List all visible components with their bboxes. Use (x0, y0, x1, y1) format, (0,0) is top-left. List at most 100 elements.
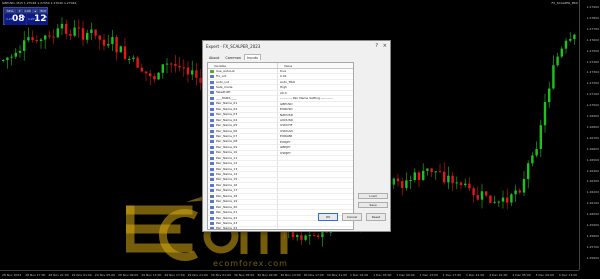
sell-button[interactable]: SELL (5, 9, 16, 13)
column-header-value[interactable]: Value (278, 63, 292, 68)
value-cell[interactable]: NZDUSD (278, 113, 293, 117)
value-variable-icon (210, 162, 214, 166)
candle-body (308, 235, 311, 237)
value-cell[interactable]: Auto_TRAI (278, 80, 295, 84)
candle-body (514, 190, 517, 195)
dialog-title: Expert - FX_SCALPER_2023 (206, 44, 261, 49)
tab-about[interactable]: About (206, 54, 222, 60)
time-tick-label: 29 Nov 01:00 (71, 273, 92, 277)
candle-body (186, 67, 190, 75)
value-variable-icon (210, 102, 214, 106)
price-tick-label: 1.26200 (586, 190, 599, 195)
candle-body (573, 34, 576, 40)
lot-up-icon[interactable]: ▴ (32, 9, 39, 13)
value-cell[interactable] (278, 221, 280, 225)
candle-body (434, 171, 437, 173)
value-variable-icon (210, 75, 214, 79)
candle-body (443, 171, 446, 183)
candle-body (464, 183, 467, 186)
load-button[interactable]: Load (358, 193, 388, 199)
value-cell[interactable]: GBPJPY (278, 145, 291, 149)
help-icon[interactable]: ? (375, 43, 378, 49)
table-row[interactable]: Pair_Name_24 (208, 226, 353, 229)
value-cell[interactable]: USDJPY (278, 151, 291, 155)
reset-button[interactable]: Reset (366, 213, 386, 221)
candle-body (501, 197, 505, 202)
close-icon[interactable]: × (383, 43, 387, 49)
variable-cell: Pair_Name_18 (208, 194, 278, 199)
value-cell[interactable] (278, 183, 280, 187)
value-cell[interactable]: EURUSD (278, 107, 293, 111)
value-cell[interactable] (278, 194, 280, 198)
value-cell[interactable]: AUDUSD (278, 118, 293, 122)
variable-name: Pair_Name_22 (216, 215, 238, 220)
candle-body (60, 23, 64, 29)
value-cell[interactable]: ----------- Pair Name Setting ----------… (278, 96, 333, 100)
value-cell[interactable]: 20.0 (278, 91, 287, 95)
buy-price-box[interactable]: 1.27 12 0 (27, 14, 48, 25)
time-tick-label: 30 Nov 01:00 (210, 273, 232, 277)
variable-cell: Fix_Lot (208, 74, 278, 79)
price-tick-label: 1.25600 (586, 255, 599, 260)
value-variable-icon (210, 80, 214, 84)
candle-body (476, 195, 479, 200)
value-cell[interactable] (278, 172, 280, 176)
variable-name: Pair_Name_04 (216, 117, 238, 122)
variable-cell: Pair_Name_05 (208, 123, 278, 128)
value-cell[interactable] (278, 167, 280, 171)
value-cell[interactable]: 0.01 (278, 74, 287, 78)
one-click-trade-panel: SELL ▾ 1.00 ▴ BUY 1.27 08 8 1.27 12 0 (3, 7, 48, 25)
value-cell[interactable]: High (278, 85, 287, 89)
column-header-variable[interactable]: Variable (208, 63, 278, 68)
candle-body (296, 235, 299, 238)
value-cell[interactable] (278, 178, 280, 182)
value-cell[interactable]: EURGBP (278, 134, 292, 138)
price-tick-label: 1.27200 (586, 81, 599, 86)
variable-cell: Pair_Name_23 (208, 221, 278, 226)
tab-inputs[interactable]: Inputs (244, 54, 262, 60)
value-cell[interactable]: EURJPY (278, 140, 291, 144)
price-axis[interactable]: 1.27900 1.27800 1.27700 1.27600 1.27500 1.274… (579, 0, 600, 270)
value-cell[interactable] (278, 189, 280, 193)
value-cell[interactable] (278, 227, 280, 229)
candle-body (422, 170, 425, 181)
value-cell[interactable] (278, 216, 280, 220)
value-cell[interactable] (278, 205, 280, 209)
ok-button[interactable]: OK (318, 213, 338, 221)
value-variable-icon (210, 113, 214, 117)
candle-body (560, 48, 563, 57)
value-cell[interactable] (278, 156, 280, 160)
value-variable-icon (210, 118, 214, 122)
price-tick-label: 1.27900 (586, 5, 599, 9)
buy-button[interactable]: BUY (39, 9, 48, 13)
value-cell[interactable]: GBPUSD (278, 102, 293, 106)
value-cell[interactable] (278, 161, 280, 165)
candle-body (317, 235, 320, 237)
lot-size-input[interactable]: 1.00 (23, 9, 32, 13)
candle-body (451, 175, 454, 184)
sell-price-box[interactable]: 1.27 08 8 (5, 14, 26, 25)
value-cell[interactable] (278, 210, 280, 214)
variable-cell: Pair_Name_14 (208, 172, 278, 177)
time-tick-label: 1 Dec 17:00 (442, 273, 462, 277)
candle-body (27, 37, 30, 41)
cancel-button[interactable]: Cancel (342, 213, 362, 221)
value-cell[interactable]: USDCAD (278, 129, 293, 133)
time-tick-label: 29 Nov 21:00 (187, 273, 208, 277)
save-button[interactable]: Save (358, 202, 388, 208)
candle-body (497, 201, 500, 203)
candle-body (426, 168, 429, 171)
lot-down-icon[interactable]: ▾ (16, 9, 23, 13)
time-tick-label: 29 Nov 13:00 (141, 273, 162, 277)
variable-cell: Pair_Name_17 (208, 188, 278, 194)
value-cell[interactable] (278, 200, 280, 204)
time-axis[interactable]: 28 Nov 2023 28 Nov 17:00 28 Nov 21:00 29 No… (0, 270, 579, 279)
candle-body (107, 44, 110, 46)
candle-body (123, 46, 127, 59)
time-tick-label: 30 Nov 05:00 (234, 273, 255, 277)
candle-body (552, 65, 555, 89)
value-cell[interactable]: USDCHF (278, 123, 293, 127)
value-cell[interactable]: true (278, 69, 286, 73)
candle-body (569, 39, 572, 41)
tab-common[interactable]: Common (222, 54, 244, 60)
